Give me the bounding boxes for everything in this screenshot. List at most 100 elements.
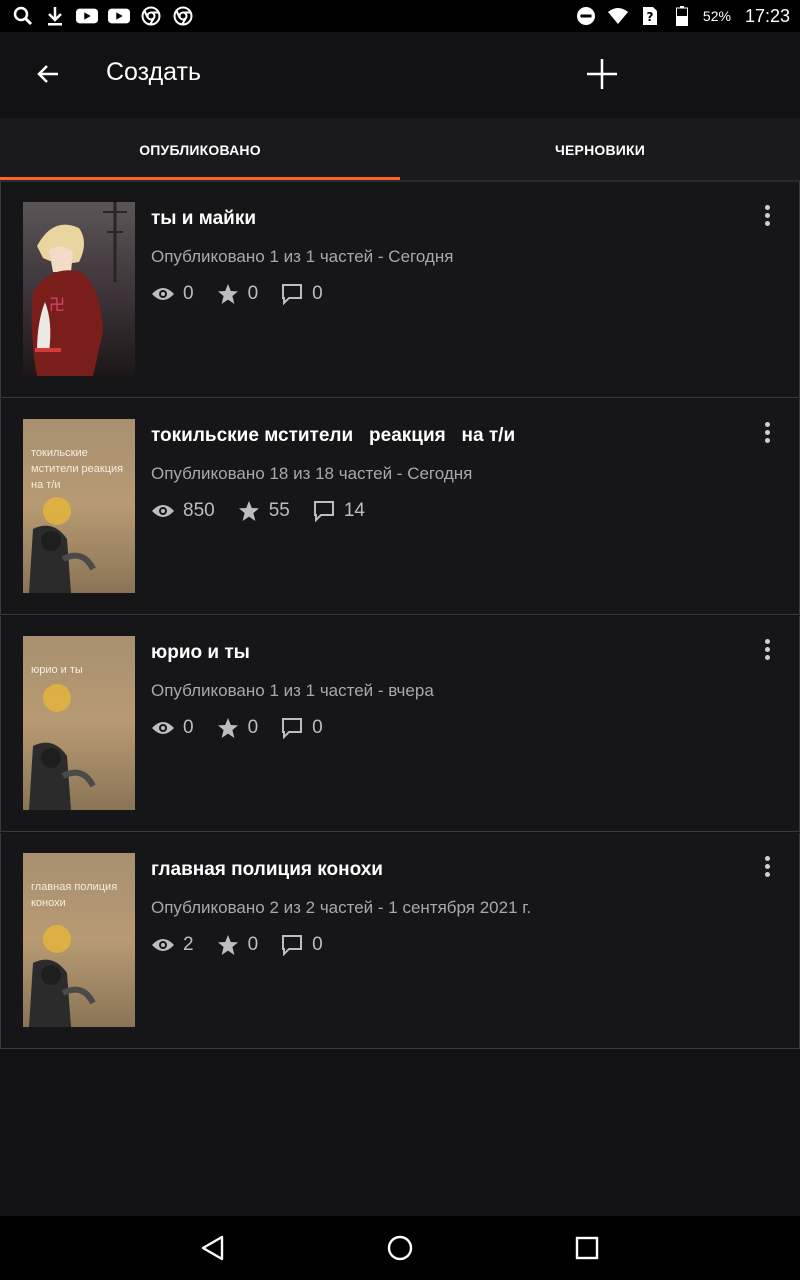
status-bar-left	[12, 5, 194, 27]
comment-icon	[280, 933, 304, 957]
battery-percent: 52%	[702, 8, 731, 24]
status-bar-right: ? 52% 17:23	[575, 5, 790, 27]
views-stat: 850	[151, 499, 215, 523]
story-card[interactable]: юрио и ты юрио и ты Опубликовано 1 из 1 …	[0, 616, 800, 832]
comment-icon	[280, 716, 304, 740]
circle-home-icon	[387, 1235, 413, 1261]
more-vert-icon	[764, 204, 770, 210]
views-stat: 0	[151, 716, 194, 740]
more-vert-icon	[764, 855, 770, 861]
cover-title: юрио и ты	[31, 664, 83, 676]
youtube-icon	[76, 5, 98, 27]
star-icon	[216, 282, 240, 306]
wifi-icon	[607, 5, 629, 27]
more-options-button[interactable]	[755, 851, 779, 881]
tab-bar: ОПУБЛИКОВАНО ЧЕРНОВИКИ	[0, 118, 800, 182]
download-icon	[44, 5, 66, 27]
comments-count: 0	[312, 283, 323, 304]
chrome-icon	[140, 5, 162, 27]
page-title: Создать	[106, 58, 202, 86]
back-button[interactable]	[28, 54, 68, 94]
story-stats: 2 0 0	[151, 933, 323, 957]
cover-image: 卍	[23, 202, 135, 376]
more-vert-icon	[764, 638, 770, 644]
comments-stat: 0	[280, 282, 323, 306]
arrow-back-icon	[37, 65, 58, 83]
do-not-disturb-icon	[575, 5, 597, 27]
story-card[interactable]: токильские мстители реакция на т/и токил…	[0, 399, 800, 615]
views-count: 0	[183, 717, 194, 738]
more-options-button[interactable]	[755, 200, 779, 230]
story-cover[interactable]: юрио и ты	[23, 636, 135, 810]
cover-title: токильские мстители реакция на т/и	[31, 447, 124, 491]
comments-stat: 0	[280, 716, 323, 740]
eye-icon	[151, 933, 175, 957]
star-icon	[237, 499, 261, 523]
votes-count: 55	[268, 500, 290, 521]
square-recents-icon	[575, 1236, 598, 1260]
views-count: 0	[183, 283, 194, 304]
youtube-icon	[108, 5, 130, 27]
story-title[interactable]: главная полиция конохи	[151, 859, 383, 881]
votes-stat: 0	[216, 716, 259, 740]
clock: 17:23	[744, 5, 790, 26]
comment-icon	[280, 282, 304, 306]
votes-count: 0	[247, 717, 259, 738]
story-meta: Опубликовано 1 из 1 частей - Сегодня	[151, 247, 454, 266]
votes-stat: 0	[216, 933, 259, 957]
no-sim-icon: ?	[639, 5, 661, 27]
svg-text:?: ?	[646, 10, 653, 24]
cover-title: главная полиция конохи	[31, 881, 118, 909]
triangle-back-icon	[202, 1235, 224, 1261]
votes-count: 0	[247, 934, 259, 955]
star-icon	[216, 933, 240, 957]
nav-back-button[interactable]	[189, 1224, 237, 1272]
eye-icon	[151, 716, 175, 740]
nav-recents-button[interactable]	[563, 1224, 611, 1272]
comments-count: 0	[312, 717, 323, 738]
story-list: 卍 ты и майки Опубликовано 1 из 1 частей …	[0, 182, 800, 1050]
comments-stat: 14	[312, 499, 365, 523]
story-cover[interactable]: главная полиция конохи	[23, 853, 135, 1027]
votes-stat: 0	[216, 282, 259, 306]
story-title[interactable]: юрио и ты	[151, 642, 250, 664]
story-stats: 850 55 14	[151, 499, 365, 523]
story-stats: 0 0 0	[151, 282, 323, 306]
views-count: 850	[183, 500, 215, 521]
story-meta: Опубликовано 18 из 18 частей - Сегодня	[151, 464, 473, 483]
plus-icon	[587, 59, 617, 89]
star-icon	[216, 716, 240, 740]
story-meta: Опубликовано 1 из 1 частей - вчера	[151, 681, 434, 700]
add-story-button[interactable]	[580, 52, 624, 96]
story-card[interactable]: главная полиция конохи главная полиция к…	[0, 833, 800, 1049]
app-bar: Создать	[0, 32, 800, 118]
search-icon	[12, 5, 34, 27]
votes-count: 0	[247, 283, 259, 304]
more-options-button[interactable]	[755, 634, 779, 664]
comments-count: 14	[343, 500, 365, 521]
tab-published[interactable]: ОПУБЛИКОВАНО	[0, 118, 400, 182]
more-options-button[interactable]	[755, 417, 779, 447]
story-cover[interactable]: токильские мстители реакция на т/и	[23, 419, 135, 593]
nav-home-button[interactable]	[376, 1224, 424, 1272]
story-meta: Опубликовано 2 из 2 частей - 1 сентября …	[151, 898, 532, 917]
battery-icon	[671, 5, 693, 27]
chrome-icon	[172, 5, 194, 27]
tab-drafts[interactable]: ЧЕРНОВИКИ	[400, 118, 800, 182]
views-count: 2	[183, 934, 194, 955]
story-title[interactable]: токильские мстители реакция на т/и	[151, 425, 515, 447]
comment-icon	[312, 499, 336, 523]
views-stat: 2	[151, 933, 194, 957]
story-card[interactable]: 卍 ты и майки Опубликовано 1 из 1 частей …	[0, 182, 800, 398]
svg-text:卍: 卍	[49, 295, 65, 314]
story-title[interactable]: ты и майки	[151, 208, 256, 230]
system-nav-bar	[0, 1216, 800, 1280]
eye-icon	[151, 499, 175, 523]
more-vert-icon	[764, 421, 770, 427]
views-stat: 0	[151, 282, 194, 306]
story-stats: 0 0 0	[151, 716, 323, 740]
story-cover[interactable]: 卍	[23, 202, 135, 376]
comments-count: 0	[312, 934, 323, 955]
eye-icon	[151, 282, 175, 306]
votes-stat: 55	[237, 499, 290, 523]
